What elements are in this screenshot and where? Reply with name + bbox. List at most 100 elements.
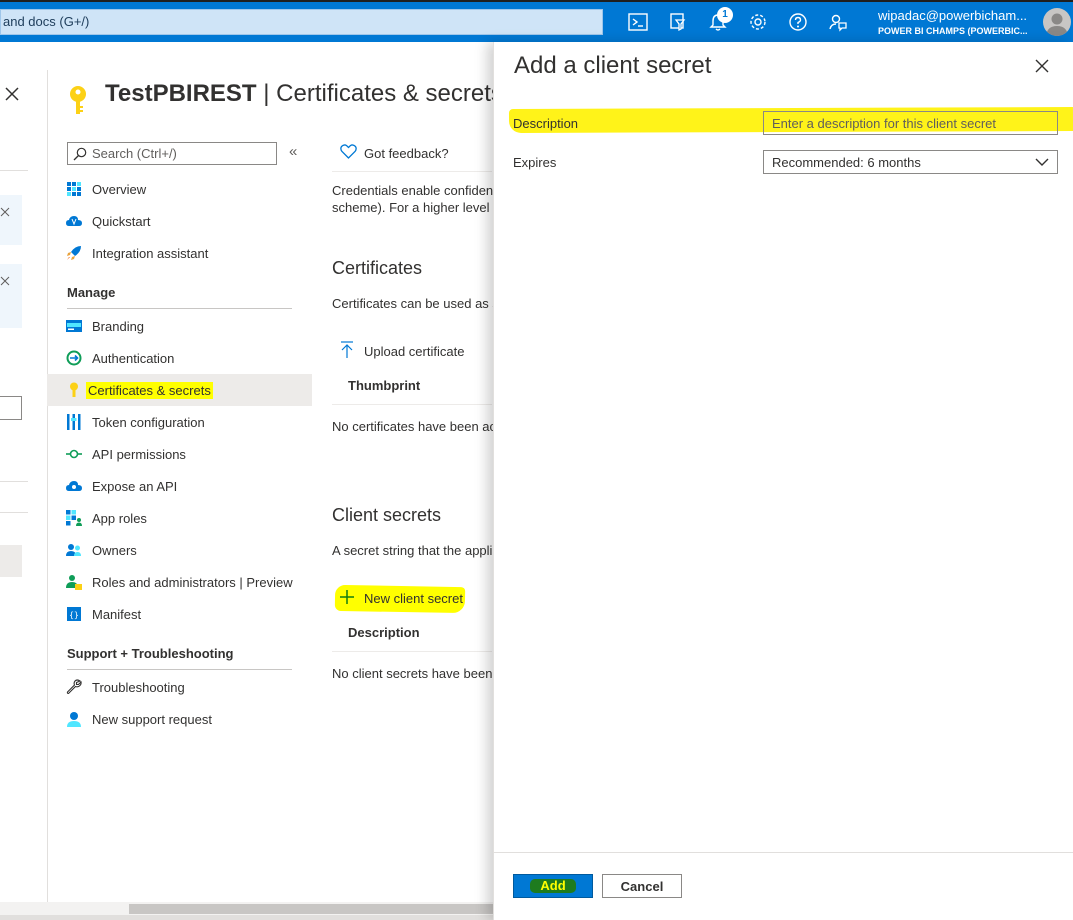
nav-item-label: Branding xyxy=(92,318,145,334)
avatar-person-icon xyxy=(1046,13,1068,36)
client-secrets-heading: Client secrets xyxy=(332,505,442,525)
panel-title: Add a client secret xyxy=(514,52,712,79)
page-title: TestPBIREST | Certificates & secrets xyxy=(105,80,503,108)
background-input[interactable] xyxy=(0,396,22,420)
table-divider xyxy=(332,651,492,652)
wrench-icon xyxy=(66,679,82,695)
user-email[interactable]: wipadac@powerbicham... xyxy=(878,8,1027,23)
nav-item-label: Overview xyxy=(92,181,147,197)
quickstart-cloud-icon xyxy=(66,213,82,229)
nav-item-troubleshooting[interactable]: Troubleshooting xyxy=(47,671,312,703)
nav-item-label: Quickstart xyxy=(92,213,151,229)
close-icon[interactable] xyxy=(1034,58,1050,74)
cloud-api-icon xyxy=(66,478,82,494)
roles-admins-icon xyxy=(66,574,82,590)
nav-item-label: Roles and administrators | Preview xyxy=(92,574,293,590)
no-client-secrets-message: No client secrets have been xyxy=(332,666,493,681)
expires-label: Expires xyxy=(513,155,557,170)
feedback-person-icon[interactable] xyxy=(826,10,850,34)
collapse-menu-button[interactable]: « xyxy=(289,144,303,159)
help-icon[interactable] xyxy=(786,10,810,34)
nav-item-roles-administrators[interactable]: Roles and administrators | Preview xyxy=(47,566,312,598)
support-section-divider xyxy=(67,669,292,670)
menu-search-input[interactable]: Search (Ctrl+/) xyxy=(67,142,277,165)
nav-item-expose-an-api[interactable]: Expose an API xyxy=(47,470,312,502)
credentials-description-line: scheme). For a higher level c xyxy=(332,200,500,215)
nav-item-label: Certificates & secrets xyxy=(86,381,213,399)
add-button-label: Add xyxy=(530,879,576,893)
nav-item-label: App roles xyxy=(92,510,147,526)
upload-certificate-button[interactable]: Upload certificate xyxy=(364,344,464,359)
nav-item-label: Token configuration xyxy=(92,414,205,430)
title-key-icon xyxy=(66,84,90,118)
cancel-button[interactable]: Cancel xyxy=(602,874,682,898)
nav-item-label: API permissions xyxy=(92,446,186,462)
notification-count-badge: 1 xyxy=(717,7,733,23)
search-icon xyxy=(73,147,87,161)
plus-icon xyxy=(340,590,354,607)
nav-item-label: Owners xyxy=(92,542,137,558)
api-permissions-icon xyxy=(66,446,82,462)
user-organization[interactable]: POWER BI CHAMPS (POWERBIC... xyxy=(878,26,1028,36)
support-section-heading: Support + Troubleshooting xyxy=(67,646,234,661)
background-notification-card xyxy=(0,195,22,245)
nav-item-app-roles[interactable]: App roles xyxy=(47,502,312,534)
app-roles-icon xyxy=(66,510,82,526)
command-bar-divider xyxy=(332,171,492,172)
certificates-heading: Certificates xyxy=(332,258,423,278)
background-notification-card xyxy=(0,264,22,328)
rocket-icon xyxy=(66,245,82,261)
manage-section-divider xyxy=(67,308,292,309)
nav-item-quickstart[interactable]: Quickstart xyxy=(47,205,312,237)
settings-gear-icon[interactable] xyxy=(746,10,770,34)
credentials-description-line: Credentials enable confident xyxy=(332,183,497,198)
background-selected-row xyxy=(0,545,22,577)
background-dismiss-icon[interactable] xyxy=(0,276,10,286)
nav-item-certificates-secrets[interactable]: Certificates & secrets xyxy=(47,374,312,406)
upload-arrow-icon xyxy=(340,341,354,361)
nav-item-label: Expose an API xyxy=(92,478,178,494)
nav-item-label: Integration assistant xyxy=(92,245,209,261)
nav-item-label: Manifest xyxy=(92,606,142,622)
nav-item-manifest[interactable]: {} Manifest xyxy=(47,598,312,630)
user-avatar[interactable] xyxy=(1043,8,1071,36)
description-input[interactable] xyxy=(763,111,1058,135)
background-divider xyxy=(0,170,28,171)
nav-item-label: New support request xyxy=(92,711,212,727)
new-client-secret-button[interactable]: New client secret xyxy=(364,591,463,606)
nav-item-overview[interactable]: Overview xyxy=(47,173,312,205)
cloud-shell-icon[interactable] xyxy=(626,10,650,34)
nav-item-owners[interactable]: Owners xyxy=(47,534,312,566)
manage-section-heading: Manage xyxy=(67,285,116,300)
key-icon xyxy=(66,382,82,398)
svg-text:{}: {} xyxy=(69,611,79,620)
nav-item-authentication[interactable]: Authentication xyxy=(47,342,312,374)
overview-grid-icon xyxy=(66,181,82,197)
got-feedback-button[interactable]: Got feedback? xyxy=(364,146,449,161)
expires-selected-value: Recommended: 6 months xyxy=(772,154,921,170)
nav-item-api-permissions[interactable]: API permissions xyxy=(47,438,312,470)
nav-item-integration-assistant[interactable]: Integration assistant xyxy=(47,237,312,269)
manifest-icon: {} xyxy=(66,606,82,622)
background-close-icon[interactable] xyxy=(4,86,20,102)
background-divider xyxy=(0,481,28,482)
directory-filter-icon[interactable] xyxy=(666,10,690,34)
nav-item-token-configuration[interactable]: Token configuration xyxy=(47,406,312,438)
expires-dropdown[interactable]: Recommended: 6 months xyxy=(763,150,1058,174)
nav-item-new-support-request[interactable]: New support request xyxy=(47,703,312,735)
background-dismiss-icon[interactable] xyxy=(0,207,10,217)
nav-item-branding[interactable]: Branding xyxy=(47,310,312,342)
branding-icon xyxy=(66,318,82,334)
background-divider xyxy=(0,512,28,513)
global-search-input[interactable]: and docs (G+/) xyxy=(0,9,603,35)
add-button[interactable]: Add xyxy=(513,874,593,898)
chevron-down-icon xyxy=(1035,155,1049,169)
client-secrets-description: A secret string that the appli xyxy=(332,543,493,558)
thumbprint-column-header: Thumbprint xyxy=(348,378,421,393)
description-column-header: Description xyxy=(348,625,420,640)
heart-icon[interactable] xyxy=(340,144,357,162)
authentication-icon xyxy=(66,350,82,366)
horizontal-scrollbar-thumb[interactable] xyxy=(129,904,493,914)
app-name: TestPBIREST xyxy=(105,80,257,107)
support-person-icon xyxy=(66,711,82,727)
